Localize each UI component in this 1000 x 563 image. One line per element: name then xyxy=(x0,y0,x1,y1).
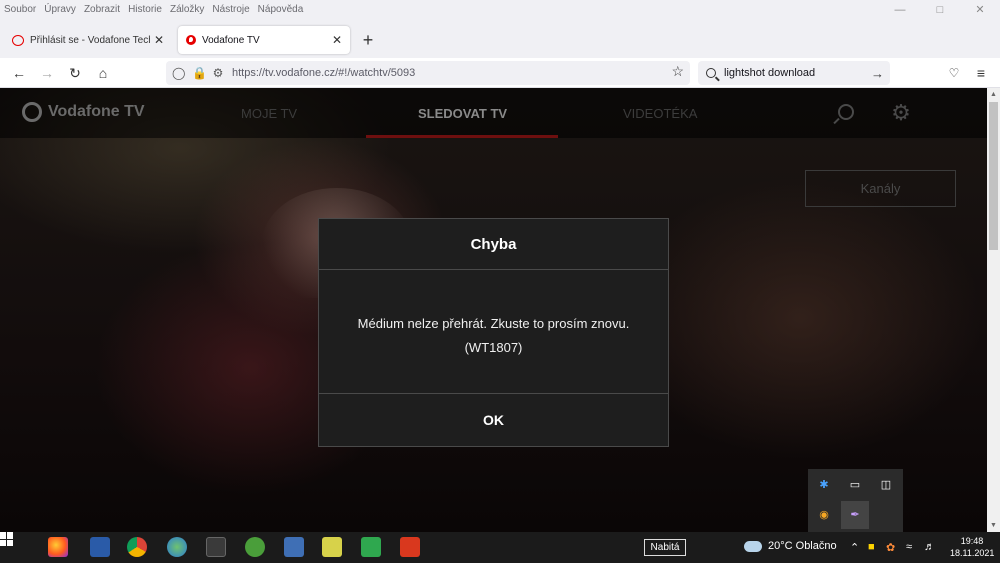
dialog-title: Chyba xyxy=(319,219,668,270)
vodafone-mark-icon xyxy=(22,102,42,122)
dialog-error-code: (WT1807) xyxy=(464,340,523,355)
notes-app-icon[interactable]: ■ xyxy=(868,541,875,553)
clock-time: 19:48 xyxy=(960,536,984,546)
search-box[interactable]: lightshot download → xyxy=(698,61,890,85)
scroll-down-icon[interactable]: ▼ xyxy=(987,519,1000,532)
vodafone-logo[interactable]: Vodafone TV xyxy=(22,102,145,122)
battery-status-tooltip: Nabitá xyxy=(644,539,686,556)
arrow-app-icon[interactable] xyxy=(361,537,381,557)
battery-meter-icon[interactable]: ▭ xyxy=(841,471,869,499)
chrome-icon[interactable] xyxy=(127,537,147,557)
nav-videoteka[interactable]: VIDEOTÉKA xyxy=(623,106,697,121)
firefox-icon[interactable] xyxy=(48,537,68,557)
menu-upravy[interactable]: Úpravy xyxy=(44,4,76,15)
pocket-icon[interactable]: ♡ xyxy=(943,62,965,84)
dialog-message: Médium nelze přehrát. Zkuste to prosím z… xyxy=(357,316,630,331)
calculator-icon[interactable] xyxy=(284,537,304,557)
cloud-icon xyxy=(744,540,762,552)
chat-bubble-icon xyxy=(12,34,24,46)
menu-soubor[interactable]: Soubor xyxy=(4,4,36,15)
error-dialog: Chyba Médium nelze přehrát. Zkuste to pr… xyxy=(318,218,669,447)
channels-button[interactable]: Kanály xyxy=(805,170,956,207)
dialog-body: Médium nelze přehrát. Zkuste to prosím z… xyxy=(319,270,668,394)
forward-arrow-icon[interactable]: → xyxy=(36,62,58,84)
taskbar: Nabitá 20°C Oblačno ⌃ ■ ✿ ≈ ♬ 19:48 18.1… xyxy=(0,532,1000,563)
home-icon[interactable]: ⌂ xyxy=(92,62,114,84)
search-go-arrow-icon[interactable]: → xyxy=(871,66,884,81)
tab-techforum[interactable]: Přihlásit se - Vodafone Techforum ✕ xyxy=(4,26,172,54)
globe-app-icon[interactable] xyxy=(167,537,187,557)
close-tab-icon[interactable]: ✕ xyxy=(154,33,164,47)
paw-app-icon[interactable]: ✿ xyxy=(886,541,895,554)
search-icon[interactable] xyxy=(838,104,854,120)
shield-icon[interactable]: ◯ xyxy=(172,66,185,80)
back-arrow-icon[interactable]: ← xyxy=(8,62,30,84)
tab-title: Přihlásit se - Vodafone Techforum xyxy=(30,34,150,46)
brand-name: Vodafone TV xyxy=(48,103,145,120)
menu-napoveda[interactable]: Nápověda xyxy=(258,4,304,15)
ok-button[interactable]: OK xyxy=(319,394,668,446)
power-app-icon[interactable] xyxy=(400,537,420,557)
url-bar[interactable]: ◯ 🔒 ⚙ https://tv.vodafone.cz/#!/watchtv/… xyxy=(166,61,690,85)
media-app-icon[interactable] xyxy=(206,537,226,557)
weather-text: 20°C Oblačno xyxy=(768,540,837,552)
menu-historie[interactable]: Historie xyxy=(128,4,162,15)
chevron-up-icon[interactable]: ⌃ xyxy=(850,541,859,554)
search-query[interactable]: lightshot download xyxy=(724,67,815,79)
utorrent-icon[interactable] xyxy=(245,537,265,557)
hamburger-menu-icon[interactable]: ≡ xyxy=(970,62,992,84)
menu-zobrazit[interactable]: Zobrazit xyxy=(84,4,120,15)
lock-icon[interactable]: 🔒 xyxy=(192,66,207,80)
clock[interactable]: 19:48 18.11.2021 xyxy=(950,535,994,559)
search-icon xyxy=(706,68,716,78)
tab-bar: Přihlásit se - Vodafone Techforum ✕ Voda… xyxy=(0,18,1000,58)
active-nav-underline xyxy=(366,135,558,138)
tab-title: Vodafone TV xyxy=(202,34,260,46)
menu-nastroje[interactable]: Nástroje xyxy=(212,4,249,15)
close-window-icon[interactable]: ✕ xyxy=(960,0,1000,18)
tab-vodafone-tv[interactable]: Vodafone TV ✕ xyxy=(178,26,350,54)
scrollbar-thumb[interactable] xyxy=(989,102,998,250)
feather-app-icon[interactable]: ✒ xyxy=(841,501,869,529)
wifi-icon[interactable]: ≈ xyxy=(906,541,912,553)
app-top-nav: Vodafone TV MOJE TV SLEDOVAT TV VIDEOTÉK… xyxy=(0,88,987,138)
gear-icon[interactable]: ⚙ xyxy=(890,102,912,124)
window-controls: — □ ✕ xyxy=(880,0,1000,18)
nav-moje-tv[interactable]: MOJE TV xyxy=(241,106,297,121)
permissions-icon[interactable]: ⚙ xyxy=(212,66,224,80)
weather-widget[interactable]: 20°C Oblačno xyxy=(744,540,837,552)
menu-zalozky[interactable]: Záložky xyxy=(170,4,204,15)
minimize-icon[interactable]: — xyxy=(880,0,920,18)
reload-icon[interactable]: ↻ xyxy=(64,62,86,84)
usb-device-icon[interactable]: ◫ xyxy=(872,471,900,499)
vodafone-favicon-icon xyxy=(186,35,196,45)
scroll-up-icon[interactable]: ▲ xyxy=(987,88,1000,101)
nav-sledovat-tv[interactable]: SLEDOVAT TV xyxy=(418,106,507,121)
clock-date: 18.11.2021 xyxy=(950,548,995,558)
maximize-icon[interactable]: □ xyxy=(920,0,960,18)
save-disk-icon[interactable] xyxy=(90,537,110,557)
shield-app-icon[interactable]: ◉ xyxy=(810,501,838,529)
navigation-bar: ← → ↻ ⌂ ◯ 🔒 ⚙ https://tv.vodafone.cz/#!/… xyxy=(0,58,1000,88)
page-scrollbar[interactable]: ▲ ▼ xyxy=(987,88,1000,532)
windows-start-icon[interactable] xyxy=(0,532,14,546)
url-text[interactable]: https://tv.vodafone.cz/#!/watchtv/5093 xyxy=(232,67,415,79)
bluetooth-icon[interactable]: ✱ xyxy=(810,471,838,499)
bookmark-star-icon[interactable]: ☆ xyxy=(671,63,684,80)
menu-bar: Soubor Úpravy Zobrazit Historie Záložky … xyxy=(0,0,1000,18)
tray-overflow-popup: ✱ ▭ ◫ ◉ ✒ xyxy=(808,469,903,532)
tool-app-icon[interactable] xyxy=(322,537,342,557)
speaker-icon[interactable]: ♬ xyxy=(924,541,935,553)
close-tab-icon[interactable]: ✕ xyxy=(332,33,342,47)
new-tab-icon[interactable]: + xyxy=(358,30,378,50)
